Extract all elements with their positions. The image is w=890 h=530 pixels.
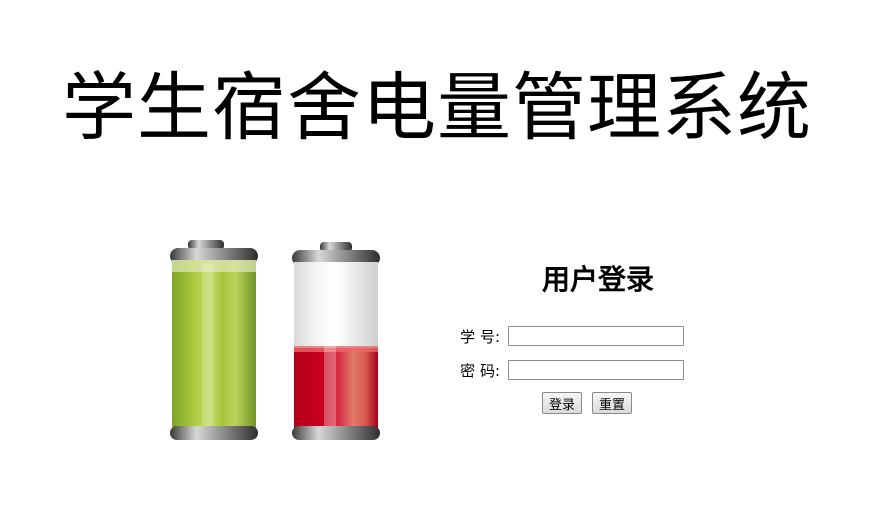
password-input[interactable] — [508, 360, 684, 380]
login-panel: 用户登录 学 号: 密 码: 登录 重置 — [448, 252, 748, 432]
student-id-input[interactable] — [508, 326, 684, 346]
password-label: 密 码: — [460, 361, 500, 380]
button-row: 登录 重置 — [542, 392, 633, 414]
page-title: 学生宿舍电量管理系统 — [62, 65, 812, 151]
page: 学生宿舍电量管理系统 用户登录 学 号: 密 码: 登录 重置 — [0, 0, 890, 530]
login-button[interactable]: 登录 — [542, 392, 583, 414]
login-title: 用户登录 — [541, 263, 654, 296]
low-battery-icon — [292, 242, 380, 440]
battery-illustration — [160, 234, 400, 444]
student-id-row: 学 号: — [448, 324, 684, 348]
full-battery-icon — [170, 240, 258, 440]
student-id-label: 学 号: — [460, 327, 500, 346]
password-row: 密 码: — [448, 358, 684, 382]
reset-button[interactable]: 重置 — [592, 392, 633, 414]
